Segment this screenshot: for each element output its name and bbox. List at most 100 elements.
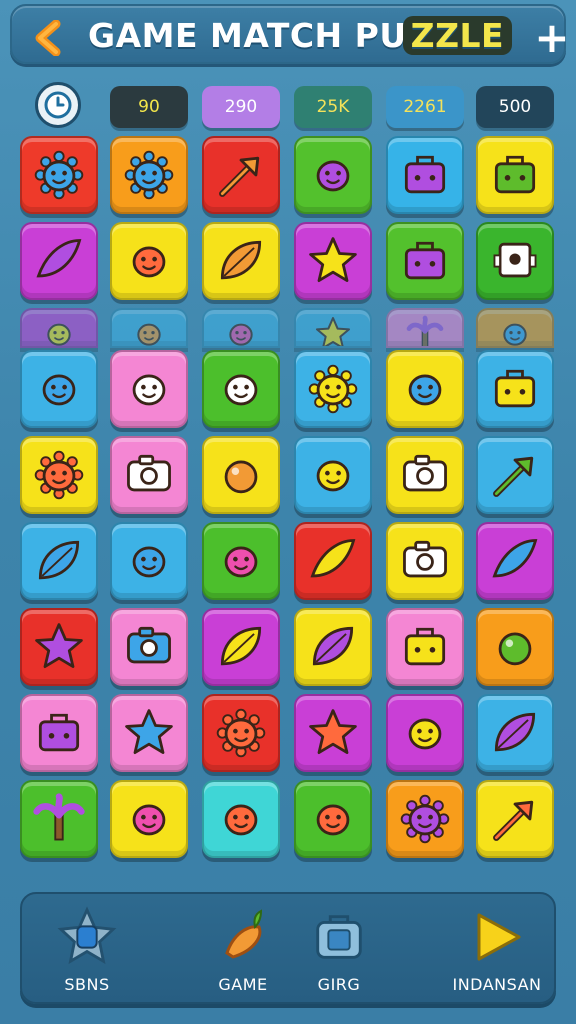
bottom-nav: SBNS GAME GIRG INDANSAN	[20, 892, 556, 1004]
game-tile[interactable]	[386, 522, 464, 600]
rocket-icon	[219, 156, 260, 197]
game-tile[interactable]	[202, 350, 280, 428]
hand-icon	[132, 246, 166, 278]
plant-icon	[406, 315, 444, 346]
smiling-sun-icon	[124, 150, 174, 200]
game-tile[interactable]	[294, 436, 372, 514]
berry-icon	[498, 632, 532, 666]
game-tile[interactable]	[294, 136, 372, 214]
game-tile[interactable]	[386, 608, 464, 686]
game-tile[interactable]	[202, 222, 280, 300]
ice-cream-icon	[408, 374, 442, 406]
game-tile[interactable]	[202, 608, 280, 686]
game-tile[interactable]	[294, 222, 372, 300]
nav-item-girg[interactable]: GIRG	[294, 894, 384, 1004]
stat-counter: 500	[476, 86, 554, 128]
top-bar: GAME MATCH PU ZZLE +	[10, 4, 570, 64]
back-chevron-icon	[35, 20, 61, 56]
game-tile[interactable]	[476, 222, 554, 300]
game-tile[interactable]	[386, 436, 464, 514]
game-tile[interactable]	[20, 522, 98, 600]
game-tile[interactable]	[476, 436, 554, 514]
game-tile[interactable]	[20, 608, 98, 686]
flower-face-icon	[34, 450, 84, 500]
nav-item-sbns[interactable]: SBNS	[42, 894, 132, 1004]
game-tile[interactable]	[202, 694, 280, 772]
game-title: GAME MATCH PU ZZLE	[88, 16, 513, 55]
star-icon	[316, 317, 350, 346]
game-tile[interactable]	[20, 694, 98, 772]
star-face-icon	[125, 709, 173, 754]
game-tile[interactable]	[202, 522, 280, 600]
game-tile[interactable]	[294, 608, 372, 686]
game-tile[interactable]	[476, 350, 554, 428]
lemon-icon	[316, 804, 350, 836]
stat-counter: 2261	[386, 86, 464, 128]
game-tile[interactable]	[476, 522, 554, 600]
game-tile[interactable]	[110, 522, 188, 600]
game-tile[interactable]	[20, 780, 98, 858]
arrow-icon	[493, 800, 534, 841]
game-tile[interactable]	[386, 350, 464, 428]
add-button[interactable]: +	[532, 17, 572, 59]
game-tile[interactable]	[20, 222, 98, 300]
nav-item-game[interactable]: GAME	[198, 894, 288, 1004]
game-tile[interactable]	[294, 522, 372, 600]
brush-icon	[493, 456, 534, 497]
yellow-star-icon	[309, 709, 357, 754]
game-tile[interactable]	[110, 608, 188, 686]
game-tile[interactable]	[110, 694, 188, 772]
shopping-bag-icon	[404, 155, 446, 194]
palm-tree-icon	[33, 793, 85, 841]
game-tile[interactable]	[294, 694, 372, 772]
nav-item-indansan[interactable]: INDANSAN	[442, 894, 552, 1004]
blue-crystal-icon	[36, 239, 82, 278]
back-button[interactable]	[30, 18, 70, 58]
game-tile[interactable]	[20, 436, 98, 514]
briefcase-icon	[494, 155, 536, 194]
game-tile[interactable]	[476, 608, 554, 686]
game-tile[interactable]	[110, 780, 188, 858]
game-tile[interactable]	[386, 694, 464, 772]
game-tile[interactable]	[110, 136, 188, 214]
game-tile[interactable]	[110, 222, 188, 300]
chat-bubble-icon	[224, 374, 258, 406]
card-icon	[404, 627, 446, 666]
game-tile[interactable]	[110, 436, 188, 514]
title-text: GAME MATCH PU	[88, 16, 407, 55]
game-tile[interactable]	[110, 350, 188, 428]
jar-icon	[229, 323, 253, 346]
game-tile[interactable]	[386, 136, 464, 214]
game-tile[interactable]	[202, 780, 280, 858]
puzzle-piece-icon	[224, 546, 258, 578]
pendant-icon	[316, 460, 350, 492]
sun-icon	[34, 150, 84, 200]
green-pepper-icon	[220, 626, 262, 666]
game-tile[interactable]	[202, 436, 280, 514]
game-tile[interactable]	[20, 350, 98, 428]
star-icon	[309, 237, 357, 282]
game-tile[interactable]	[202, 136, 280, 214]
faded-tile	[294, 308, 372, 348]
pink-bubble-icon	[224, 804, 258, 836]
blue-camera-icon	[127, 626, 171, 664]
timer-button[interactable]	[35, 82, 81, 128]
game-tile[interactable]	[476, 136, 554, 214]
fire-icon	[132, 546, 166, 578]
game-tile[interactable]	[294, 350, 372, 428]
faded-tile	[110, 308, 188, 348]
game-tile[interactable]	[20, 136, 98, 214]
game-tile[interactable]	[386, 780, 464, 858]
badge-star-icon	[57, 906, 117, 965]
nav-label: SBNS	[64, 975, 110, 994]
stat-counter: 25K	[294, 86, 372, 128]
purple-orb-icon	[224, 460, 258, 494]
game-tile[interactable]	[476, 694, 554, 772]
feather-icon	[494, 712, 536, 752]
game-tile[interactable]	[294, 780, 372, 858]
game-tile[interactable]	[386, 222, 464, 300]
plus-icon: +	[534, 13, 570, 62]
game-tile[interactable]	[476, 780, 554, 858]
clock-icon	[44, 91, 72, 119]
leaf-icon	[220, 240, 262, 280]
